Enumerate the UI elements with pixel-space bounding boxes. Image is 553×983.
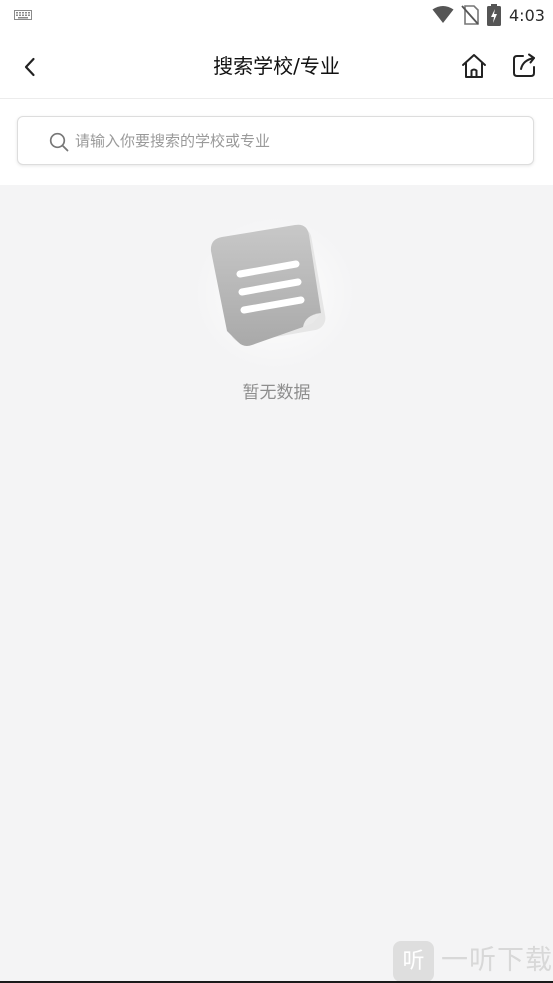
search-input[interactable] — [75, 125, 515, 157]
status-bar: 4:03 — [0, 0, 553, 32]
home-icon — [462, 54, 486, 78]
search-section — [0, 99, 553, 185]
share-icon — [513, 53, 535, 77]
home-button[interactable] — [456, 48, 492, 84]
watermark-logo: 听 一听下载 — [393, 940, 553, 982]
nav-bar: 搜索学校/专业 — [0, 32, 553, 99]
share-button[interactable] — [506, 48, 542, 84]
empty-document-icon — [193, 215, 357, 371]
status-time: 4:03 — [509, 6, 545, 25]
sim-no-signal-icon — [461, 5, 479, 25]
wifi-icon — [432, 6, 454, 23]
empty-message: 暂无数据 — [242, 383, 311, 403]
empty-state: 暂无数据 — [0, 185, 553, 982]
keyboard-icon — [14, 10, 32, 20]
watermark-text: 一听下载 — [441, 945, 553, 976]
search-icon — [49, 132, 69, 152]
battery-charging-icon — [487, 4, 501, 26]
search-box[interactable] — [17, 116, 534, 165]
watermark-badge: 听 — [393, 941, 434, 982]
